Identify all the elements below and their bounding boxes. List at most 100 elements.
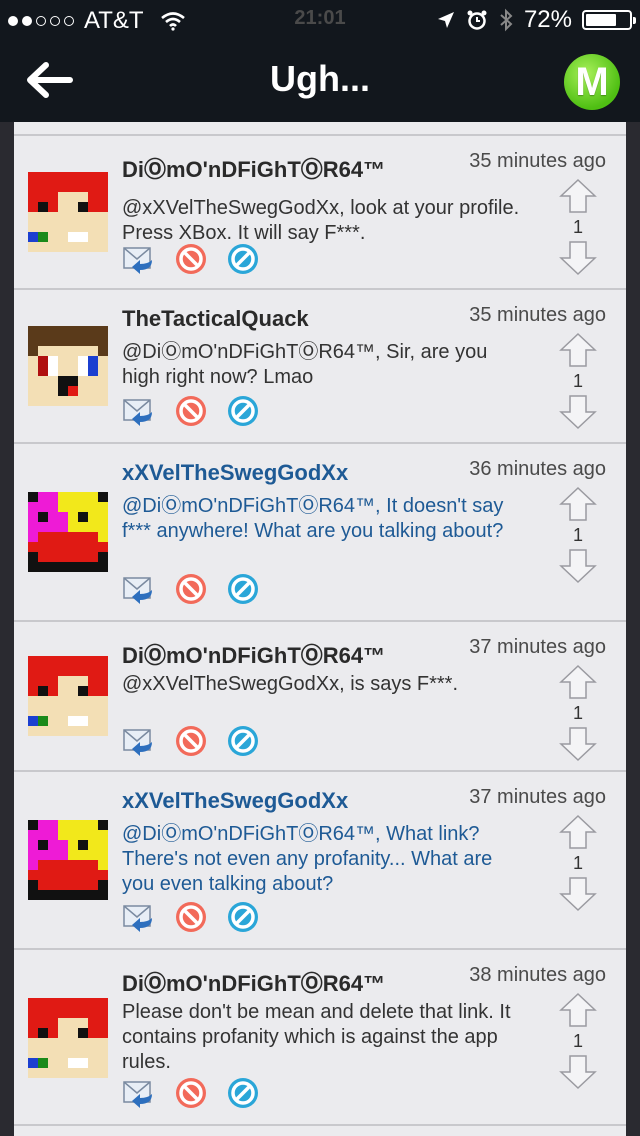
avatar-pixel: [58, 1018, 69, 1029]
report-icon[interactable]: [174, 900, 208, 934]
downvote-arrow-icon[interactable]: [558, 876, 598, 912]
avatar-pixel: [88, 850, 99, 861]
avatar-pixel: [88, 716, 99, 727]
avatar-pixel: [58, 532, 69, 543]
avatar-pixel: [48, 1058, 59, 1069]
reply-icon[interactable]: [122, 900, 156, 934]
avatar-pixel: [38, 686, 49, 697]
downvote-arrow-icon[interactable]: [558, 548, 598, 584]
user-avatar[interactable]: [28, 492, 108, 572]
comment-author[interactable]: DiⓄmO'nDFiGhTⓄR64™: [122, 152, 385, 184]
avatar-pixel: [78, 232, 89, 243]
upvote-arrow-icon[interactable]: [558, 486, 598, 522]
report-icon[interactable]: [174, 394, 208, 428]
avatar-pixel: [28, 1048, 39, 1059]
avatar-pixel: [88, 232, 99, 243]
avatar-pixel: [58, 562, 69, 572]
downvote-arrow-icon[interactable]: [558, 1054, 598, 1090]
block-icon[interactable]: [226, 1076, 260, 1110]
avatar-pixel: [48, 542, 59, 553]
report-icon[interactable]: [174, 724, 208, 758]
avatar-pixel: [68, 686, 79, 697]
avatar-pixel: [48, 726, 59, 736]
avatar-pixel: [78, 326, 89, 337]
avatar-pixel: [98, 716, 108, 727]
avatar-pixel: [48, 860, 59, 871]
comment-author[interactable]: xXVelTheSwegGodXx: [122, 788, 348, 814]
avatar-pixel: [88, 376, 99, 387]
avatar-pixel: [48, 356, 59, 367]
reply-icon[interactable]: [122, 572, 156, 606]
comment-feed[interactable]: DiⓄmO'nDFiGhTⓄR64™ 35 minutes ago @xXVel…: [14, 122, 626, 1136]
avatar-pixel: [48, 326, 59, 337]
upvote-arrow-icon[interactable]: [558, 332, 598, 368]
avatar-pixel: [98, 386, 108, 397]
report-icon[interactable]: [174, 572, 208, 606]
avatar-pixel: [58, 666, 69, 677]
report-icon[interactable]: [174, 242, 208, 276]
avatar-pixel: [88, 1018, 99, 1029]
avatar-pixel: [68, 366, 79, 377]
reply-icon[interactable]: [122, 1076, 156, 1110]
app-logo-button[interactable]: M: [564, 54, 620, 110]
vote-control: 1: [558, 332, 598, 430]
avatar-pixel: [28, 512, 39, 523]
downvote-arrow-icon[interactable]: [558, 394, 598, 430]
avatar-pixel: [98, 502, 108, 513]
upvote-arrow-icon[interactable]: [558, 178, 598, 214]
comment-author[interactable]: xXVelTheSwegGodXx: [122, 460, 348, 486]
avatar-pixel: [88, 1008, 99, 1019]
block-icon[interactable]: [226, 900, 260, 934]
avatar-pixel: [28, 726, 39, 736]
avatar-pixel: [68, 1068, 79, 1078]
avatar-pixel: [28, 242, 39, 252]
avatar-pixel: [48, 696, 59, 707]
block-icon[interactable]: [226, 572, 260, 606]
comment-text: @DiⓄmO'nDFiGhTⓄR64™, Sir, are you high r…: [122, 341, 488, 388]
avatar-pixel: [88, 346, 99, 357]
avatar-pixel: [38, 222, 49, 233]
comment-text: @DiⓄmO'nDFiGhTⓄR64™, What link? There's …: [122, 823, 493, 895]
upvote-arrow-icon[interactable]: [558, 992, 598, 1028]
reply-icon[interactable]: [122, 724, 156, 758]
avatar-pixel: [38, 232, 49, 243]
reply-icon[interactable]: [122, 242, 156, 276]
avatar-pixel: [38, 212, 49, 223]
user-avatar[interactable]: [28, 998, 108, 1078]
avatar-pixel: [88, 998, 99, 1009]
avatar-pixel: [38, 696, 49, 707]
avatar-pixel: [68, 998, 79, 1009]
comment-author[interactable]: DiⓄmO'nDFiGhTⓄR64™: [122, 638, 385, 670]
user-avatar[interactable]: [28, 326, 108, 406]
avatar-pixel: [28, 998, 39, 1009]
avatar-pixel: [28, 840, 39, 851]
previous-comment-edge: [14, 122, 626, 136]
avatar-pixel: [38, 1038, 49, 1049]
status-bar: AT&T 21:01 72%: [0, 0, 640, 40]
avatar-pixel: [58, 860, 69, 871]
block-icon[interactable]: [226, 724, 260, 758]
upvote-arrow-icon[interactable]: [558, 664, 598, 700]
upvote-arrow-icon[interactable]: [558, 814, 598, 850]
avatar-pixel: [88, 242, 99, 252]
avatar-pixel: [58, 1068, 69, 1078]
block-icon[interactable]: [226, 394, 260, 428]
block-icon[interactable]: [226, 242, 260, 276]
user-avatar[interactable]: [28, 172, 108, 252]
avatar-pixel: [58, 242, 69, 252]
user-avatar[interactable]: [28, 656, 108, 736]
comment-author[interactable]: TheTacticalQuack: [122, 306, 309, 332]
report-icon[interactable]: [174, 1076, 208, 1110]
downvote-arrow-icon[interactable]: [558, 726, 598, 762]
avatar-pixel: [68, 890, 79, 900]
avatar-pixel: [68, 850, 79, 861]
avatar-pixel: [58, 522, 69, 533]
avatar-pixel: [78, 706, 89, 717]
downvote-arrow-icon[interactable]: [558, 240, 598, 276]
avatar-pixel: [28, 830, 39, 841]
avatar-pixel: [48, 830, 59, 841]
user-avatar[interactable]: [28, 820, 108, 900]
avatar-pixel: [68, 532, 79, 543]
comment-author[interactable]: DiⓄmO'nDFiGhTⓄR64™: [122, 966, 385, 998]
reply-icon[interactable]: [122, 394, 156, 428]
